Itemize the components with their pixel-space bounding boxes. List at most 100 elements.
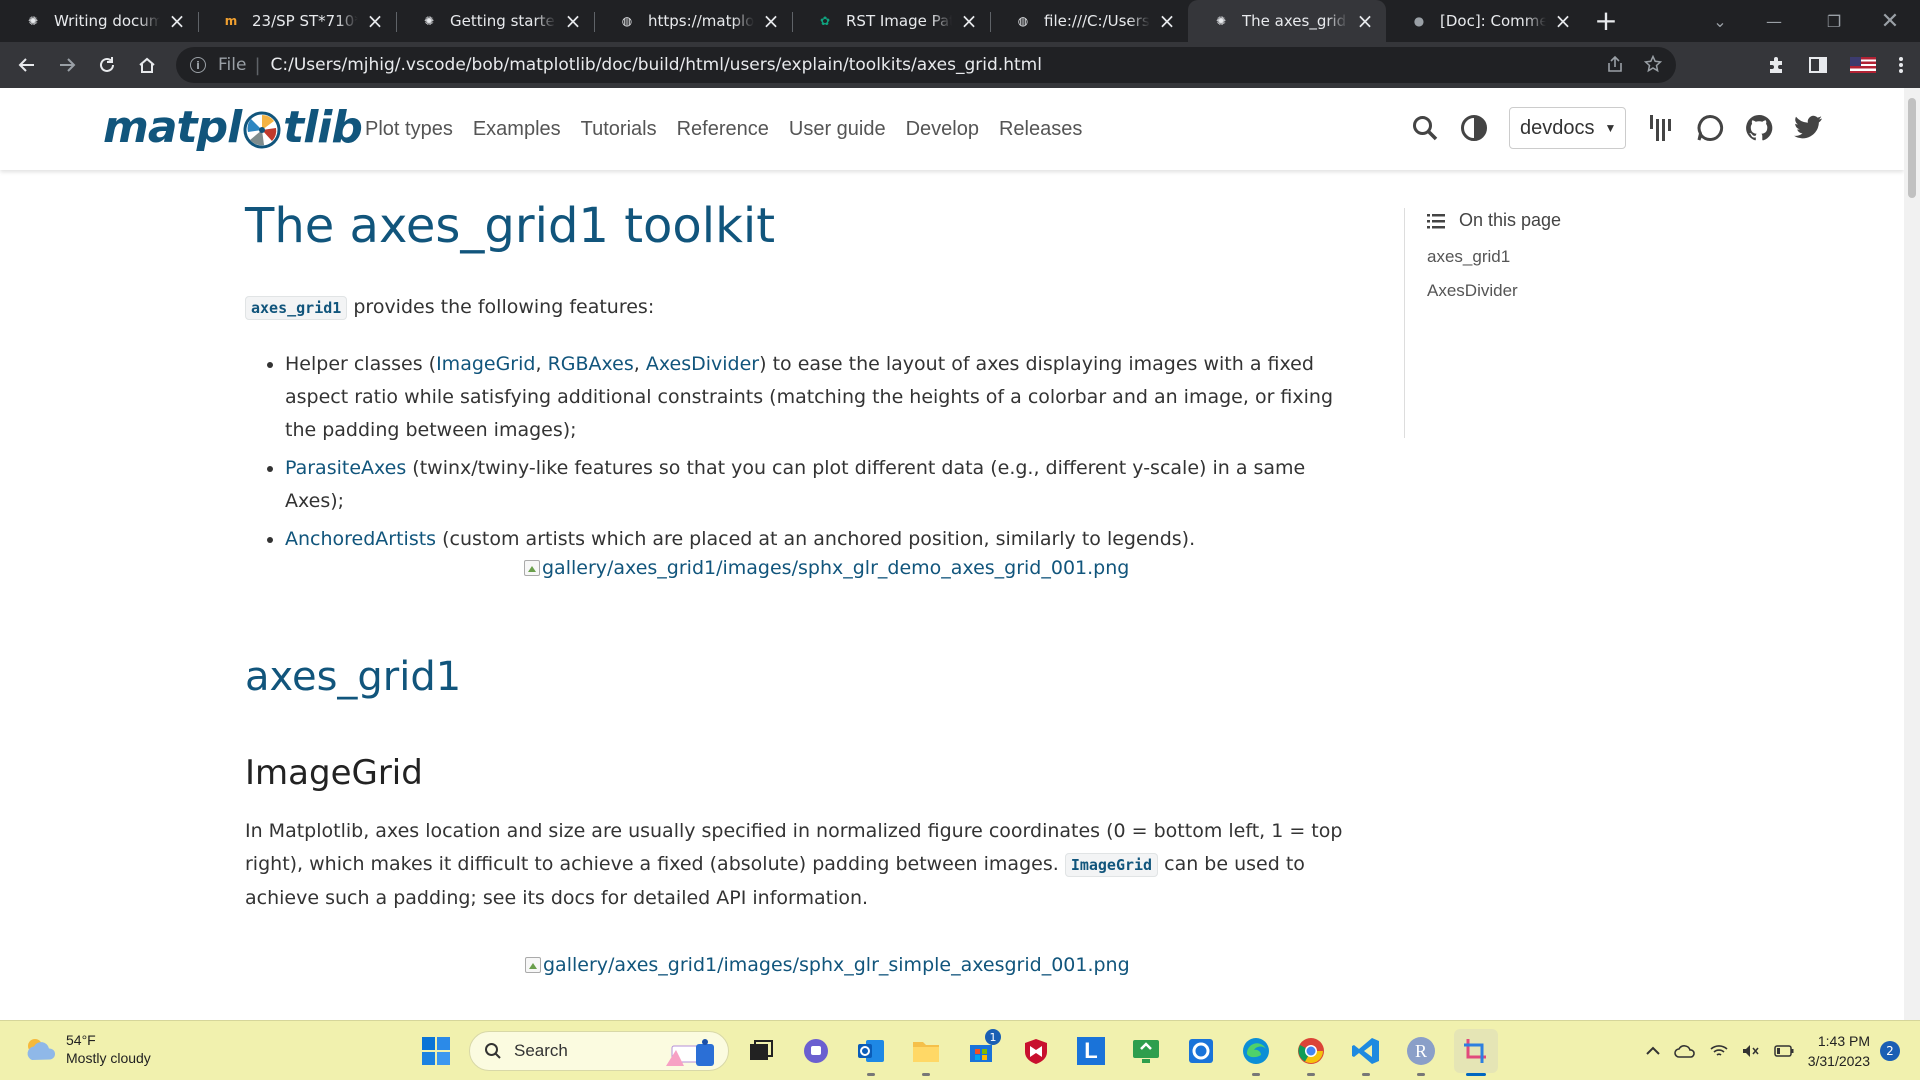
notification-badge[interactable]: 2 — [1880, 1041, 1900, 1061]
outlook-app[interactable] — [849, 1029, 893, 1076]
browser-tab[interactable]: ✺ The axes_grid1 to × — [1188, 0, 1386, 42]
tab-search-chevron-icon[interactable]: ⌄ — [1690, 0, 1750, 42]
remote-desktop-app[interactable] — [1124, 1029, 1168, 1073]
wifi-icon[interactable] — [1710, 1044, 1728, 1058]
clock-date: 3/31/2023 — [1807, 1053, 1870, 1069]
axesdivider-link[interactable]: AxesDivider — [646, 353, 759, 375]
github-link[interactable] — [1744, 113, 1774, 143]
store-badge: 1 — [985, 1029, 1001, 1045]
blue-square-app[interactable] — [1179, 1029, 1223, 1073]
address-url[interactable]: C:/Users/mjhig/.vscode/bob/matplotlib/do… — [271, 55, 1042, 75]
list-item: Helper classes (ImageGrid, RGBAxes, Axes… — [285, 348, 1345, 447]
file-explorer-app[interactable] — [904, 1029, 948, 1076]
matplotlib-icon: ✺ — [1215, 14, 1227, 28]
side-panel-icon[interactable] — [1808, 55, 1828, 75]
start-button[interactable] — [414, 1029, 458, 1073]
broken-image-icon — [525, 957, 541, 973]
toc-heading: On this page — [1427, 210, 1704, 231]
home-button[interactable] — [127, 45, 167, 85]
toc-item-axesdivider[interactable]: AxesDivider — [1427, 281, 1704, 301]
l-app[interactable]: L — [1069, 1029, 1113, 1073]
microsoft-store-app[interactable]: 1 — [959, 1029, 1003, 1073]
system-clock[interactable]: 1:43 PM 3/31/2023 — [1808, 1031, 1870, 1071]
tab-close-icon[interactable]: × — [562, 9, 584, 33]
taskbar-search[interactable]: Search — [469, 1031, 729, 1071]
broken-image-demo-axes-grid[interactable]: gallery/axes_grid1/images/sphx_glr_demo_… — [524, 557, 1129, 579]
discourse-link[interactable] — [1695, 113, 1725, 143]
search-button[interactable] — [1410, 113, 1440, 143]
tab-close-icon[interactable]: × — [1354, 9, 1376, 33]
onedrive-cloud-icon[interactable] — [1673, 1044, 1696, 1058]
tray-overflow-chevron-icon[interactable] — [1645, 1046, 1660, 1056]
scrollbar-thumb[interactable] — [1908, 98, 1916, 198]
new-tab-button[interactable]: + — [1584, 0, 1628, 42]
running-indicator — [867, 1073, 875, 1076]
tab-close-icon[interactable]: × — [1552, 9, 1574, 33]
tab-close-icon[interactable]: × — [958, 9, 980, 33]
vscode-app[interactable] — [1344, 1029, 1388, 1076]
weather-widget[interactable]: 54°F Mostly cloudy — [22, 1031, 151, 1067]
info-icon[interactable]: i — [190, 57, 206, 73]
back-button[interactable] — [7, 45, 47, 85]
tab-close-icon[interactable]: × — [166, 9, 188, 33]
parasiteaxes-link[interactable]: ParasiteAxes — [285, 457, 406, 479]
tab-title: [Doc]: Commente — [1440, 12, 1546, 30]
twitter-link[interactable] — [1793, 113, 1823, 143]
running-indicator — [1417, 1073, 1425, 1076]
gitter-link[interactable] — [1646, 113, 1676, 143]
browser-tab[interactable]: ◍ https://matplotlib × — [594, 0, 792, 42]
page-scrollbar[interactable] — [1904, 88, 1920, 1020]
rgbaxes-link[interactable]: RGBAxes — [548, 353, 634, 375]
profile-flag-icon[interactable] — [1850, 57, 1876, 73]
teams-chat-app[interactable] — [794, 1029, 838, 1073]
extensions-puzzle-icon[interactable] — [1766, 55, 1786, 75]
l-app-icon: L — [1077, 1037, 1105, 1065]
browser-tabstrip: ✺ Writing documen × m 23/SP ST*710*W0 × ✺ Getti… — [0, 0, 1920, 42]
arrow-right-icon — [60, 58, 76, 72]
minimize-button[interactable]: — — [1744, 0, 1804, 42]
broken-image-icon — [524, 560, 540, 576]
share-icon[interactable] — [1606, 55, 1624, 73]
edge-app[interactable] — [1234, 1029, 1278, 1076]
tab-title: RST Image Paths — [846, 12, 952, 30]
tab-close-icon[interactable]: × — [1156, 9, 1178, 33]
restore-button[interactable]: ❐ — [1804, 0, 1864, 42]
bookmark-star-icon[interactable] — [1644, 55, 1662, 73]
clock-time: 1:43 PM — [1817, 1033, 1870, 1049]
version-switcher[interactable]: devdocs ▼ — [1509, 107, 1626, 149]
broken-image-simple-axesgrid[interactable]: gallery/axes_grid1/images/sphx_glr_simpl… — [525, 954, 1130, 976]
tab-title: Writing documen — [54, 12, 160, 30]
chrome-app[interactable] — [1289, 1029, 1333, 1076]
forward-button[interactable] — [47, 45, 87, 85]
globe-icon: ◍ — [621, 14, 633, 28]
address-bar[interactable]: i File | C:/Users/mjhig/.vscode/bob/matp… — [176, 47, 1676, 83]
browser-tab[interactable]: ● [Doc]: Commente × — [1386, 0, 1584, 42]
browser-tab[interactable]: ✺ Writing documen × — [0, 0, 198, 42]
anchoredartists-link[interactable]: AnchoredArtists — [285, 528, 436, 550]
system-tray: 1:43 PM 3/31/2023 2 — [1645, 1021, 1920, 1080]
imagegrid-link[interactable]: ImageGrid — [436, 353, 535, 375]
toc-item-axes-grid1[interactable]: axes_grid1 — [1427, 247, 1704, 267]
discourse-chat-icon — [1697, 114, 1724, 141]
snipping-tool-app[interactable] — [1454, 1029, 1498, 1076]
reload-button[interactable] — [87, 45, 127, 85]
theme-toggle-button[interactable] — [1459, 113, 1489, 143]
tab-close-icon[interactable]: × — [364, 9, 386, 33]
list-item: AnchoredArtists (custom artists which ar… — [285, 523, 1345, 556]
browser-tab[interactable]: ◍ file:///C:/Users/m × — [990, 0, 1188, 42]
folder-icon — [913, 1042, 939, 1062]
browser-tab[interactable]: m 23/SP ST*710*W0 × — [198, 0, 396, 42]
mcafee-app[interactable] — [1014, 1029, 1058, 1073]
taskbar-apps: Search 1 L R — [414, 1029, 1509, 1076]
r-app[interactable]: R — [1399, 1029, 1443, 1076]
close-window-button[interactable]: ✕ — [1860, 0, 1920, 42]
browser-tab[interactable]: ✺ Getting started – × — [396, 0, 594, 42]
battery-icon[interactable] — [1773, 1045, 1794, 1057]
browser-tab[interactable]: ✿ RST Image Paths × — [792, 0, 990, 42]
more-menu-icon[interactable] — [1898, 55, 1904, 75]
inline-code: axes_grid1 — [245, 296, 348, 320]
task-view-button[interactable] — [739, 1029, 783, 1073]
tab-close-icon[interactable]: × — [760, 9, 782, 33]
volume-muted-icon[interactable] — [1742, 1044, 1760, 1058]
tab-title: The axes_grid1 to — [1242, 12, 1348, 30]
